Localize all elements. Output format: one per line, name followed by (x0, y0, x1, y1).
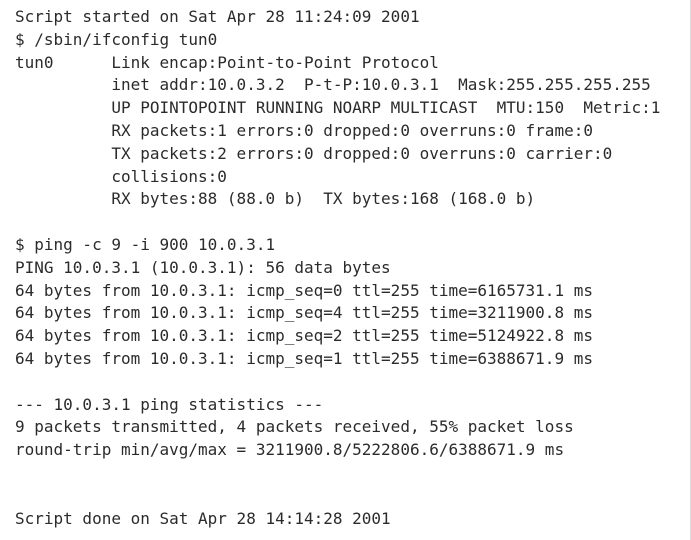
ifconfig-output-line: collisions:0 (15, 166, 227, 186)
ping-reply-line: 64 bytes from 10.0.3.1: icmp_seq=0 ttl=2… (15, 280, 593, 300)
terminal-output: Script started on Sat Apr 28 11:24:09 20… (0, 0, 691, 540)
ifconfig-output-line: RX bytes:88 (88.0 b) TX bytes:168 (168.0… (15, 189, 536, 209)
ping-command-line: $ ping -c 9 -i 900 10.0.3.1 (15, 234, 276, 254)
ping-reply-line: 64 bytes from 10.0.3.1: icmp_seq=2 ttl=2… (15, 326, 593, 346)
ping-header-line: PING 10.0.3.1 (10.0.3.1): 56 data bytes (15, 257, 391, 277)
ifconfig-output-line: RX packets:1 errors:0 dropped:0 overruns… (15, 120, 593, 140)
ifconfig-output-line: TX packets:2 errors:0 dropped:0 overruns… (15, 143, 613, 163)
ping-stats-summary: 9 packets transmitted, 4 packets receive… (15, 417, 574, 437)
ifconfig-command-line: $ /sbin/ifconfig tun0 (15, 29, 218, 49)
script-done-line: Script done on Sat Apr 28 14:14:28 2001 (15, 508, 391, 528)
script-start-line: Script started on Sat Apr 28 11:24:09 20… (15, 7, 420, 26)
ping-reply-line: 64 bytes from 10.0.3.1: icmp_seq=4 ttl=2… (15, 303, 593, 323)
ifconfig-output-line: UP POINTOPOINT RUNNING NOARP MULTICAST M… (15, 98, 661, 118)
ping-reply-line: 64 bytes from 10.0.3.1: icmp_seq=1 ttl=2… (15, 348, 593, 368)
ping-stats-title: --- 10.0.3.1 ping statistics --- (15, 394, 324, 414)
ifconfig-output-line: inet addr:10.0.3.2 P-t-P:10.0.3.1 Mask:2… (15, 75, 651, 95)
ifconfig-output-line: tun0 Link encap:Point-to-Point Protocol (15, 52, 439, 72)
blank-lines (15, 462, 690, 508)
ping-stats-roundtrip: round-trip min/avg/max = 3211900.8/52228… (15, 440, 565, 460)
